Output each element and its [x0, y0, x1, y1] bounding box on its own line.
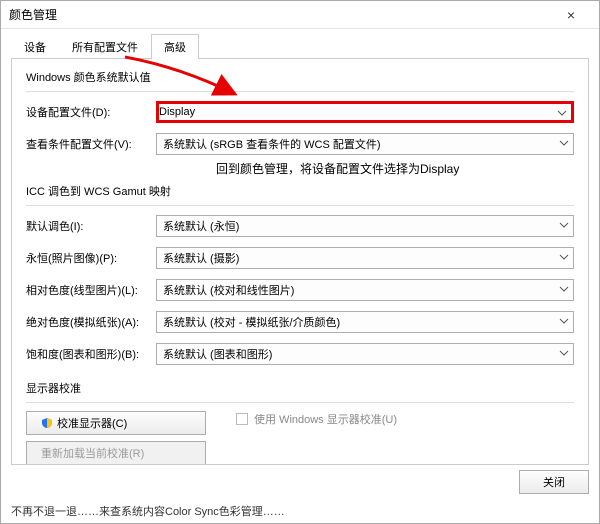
relative-value: 系统默认 (校对和线性图片) [163, 282, 294, 298]
divider [26, 402, 574, 403]
close-icon[interactable]: × [551, 7, 591, 23]
annotation-text: 回到颜色管理，将设备配置文件选择为Display [216, 160, 574, 177]
defaults-group-title: Windows 颜色系统默认值 [26, 69, 574, 85]
page-text-fragment: 不再不退一退……来查系统内容Color Sync色彩管理…… [1, 499, 599, 523]
view-conditions-dropdown[interactable]: 系统默认 (sRGB 查看条件的 WCS 配置文件) [156, 133, 574, 155]
perpetual-label: 永恒(照片图像)(P): [26, 250, 156, 266]
chevron-down-icon [559, 316, 569, 329]
use-windows-calibration-checkbox: 使用 Windows 显示器校准(U) [236, 411, 397, 427]
chevron-down-icon [559, 348, 569, 361]
device-profile-dropdown[interactable]: Display [156, 101, 574, 123]
icc-group-title: ICC 调色到 WCS Gamut 映射 [26, 183, 574, 199]
perpetual-value: 系统默认 (摄影) [163, 250, 239, 266]
absolute-label: 绝对色度(模拟纸张)(A): [26, 314, 156, 330]
tab-advanced[interactable]: 高级 [151, 34, 199, 59]
window-title: 颜色管理 [9, 6, 551, 23]
relative-label: 相对色度(线型图片)(L): [26, 282, 156, 298]
calibrate-button-label: 校准显示器(C) [57, 415, 127, 431]
shield-icon [41, 417, 53, 429]
close-button-label: 关闭 [543, 474, 565, 490]
view-conditions-label: 查看条件配置文件(V): [26, 136, 156, 152]
absolute-value: 系统默认 (校对 - 模拟纸张/介质颜色) [163, 314, 340, 330]
display-calibration-title: 显示器校准 [26, 380, 574, 396]
checkbox-icon [236, 413, 248, 425]
chevron-down-icon [557, 108, 567, 121]
reload-button-label: 重新加载当前校准(R) [41, 445, 144, 461]
saturation-label: 饱和度(图表和图形)(B): [26, 346, 156, 362]
tab-device[interactable]: 设备 [11, 34, 59, 59]
view-conditions-value: 系统默认 (sRGB 查看条件的 WCS 配置文件) [163, 136, 381, 152]
advanced-panel: Windows 颜色系统默认值 设备配置文件(D): Display 查看条件配… [11, 58, 589, 465]
chevron-down-icon [559, 138, 569, 151]
use-win-cal-label: 使用 Windows 显示器校准(U) [254, 411, 397, 427]
default-tone-label: 默认调色(I): [26, 218, 156, 234]
divider [26, 91, 574, 92]
dialog-bottom-bar: 关闭 [1, 465, 599, 499]
close-button[interactable]: 关闭 [519, 470, 589, 494]
saturation-dropdown[interactable]: 系统默认 (图表和图形) [156, 343, 574, 365]
titlebar: 颜色管理 × [1, 1, 599, 29]
relative-dropdown[interactable]: 系统默认 (校对和线性图片) [156, 279, 574, 301]
tab-strip: 设备 所有配置文件 高级 [1, 29, 599, 59]
perpetual-dropdown[interactable]: 系统默认 (摄影) [156, 247, 574, 269]
chevron-down-icon [559, 220, 569, 233]
saturation-value: 系统默认 (图表和图形) [163, 346, 272, 362]
calibrate-display-button[interactable]: 校准显示器(C) [26, 411, 206, 435]
tab-all-profiles[interactable]: 所有配置文件 [59, 34, 151, 59]
chevron-down-icon [559, 284, 569, 297]
absolute-dropdown[interactable]: 系统默认 (校对 - 模拟纸张/介质颜色) [156, 311, 574, 333]
device-profile-value: Display [159, 106, 195, 118]
default-tone-value: 系统默认 (永恒) [163, 218, 239, 234]
chevron-down-icon [559, 252, 569, 265]
reload-calibration-button: 重新加载当前校准(R) [26, 441, 206, 465]
color-management-window: 颜色管理 × 设备 所有配置文件 高级 Windows 颜色系统默认值 设备配置… [0, 0, 600, 524]
device-profile-label: 设备配置文件(D): [26, 104, 156, 120]
default-tone-dropdown[interactable]: 系统默认 (永恒) [156, 215, 574, 237]
divider [26, 205, 574, 206]
